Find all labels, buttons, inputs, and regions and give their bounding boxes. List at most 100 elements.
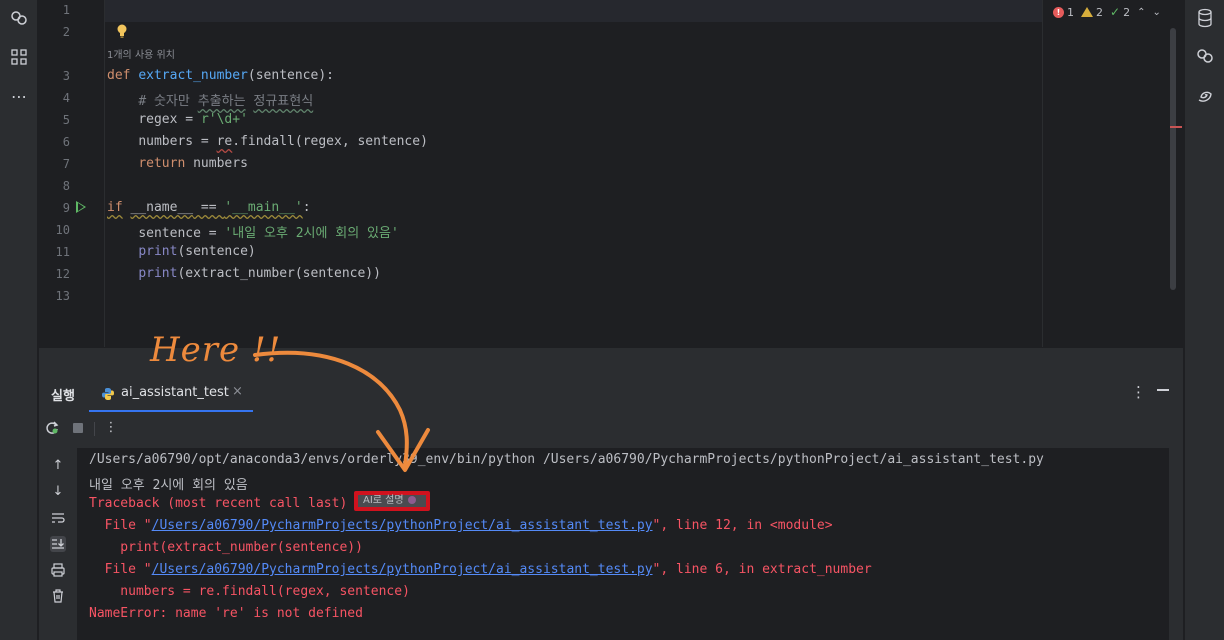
keyword: if <box>107 200 123 215</box>
stop-icon[interactable] <box>70 420 86 436</box>
code-line-7: return numbers <box>107 156 248 171</box>
unresolved-reference[interactable]: re <box>217 134 233 149</box>
rerun-icon[interactable] <box>44 420 60 436</box>
comment: # 숫자만 <box>138 94 198 109</box>
code-line-9: if __name__ == '__main__': <box>107 200 311 215</box>
chevron-down-icon[interactable]: ⌄ <box>1152 7 1160 18</box>
traceback-text: File " <box>89 562 152 577</box>
line-number: 4 <box>62 91 70 105</box>
check-icon: ✓ <box>1110 5 1121 19</box>
code-text: (sentence) <box>177 244 256 259</box>
traceback-text: ", line 12, in <module> <box>652 518 833 533</box>
line-number: 12 <box>55 267 70 281</box>
line-number: 5 <box>62 113 70 127</box>
line-number: 2 <box>62 25 70 39</box>
error-count[interactable]: ! 1 <box>1053 6 1074 19</box>
console-side-tools: ↑ ↓ <box>39 452 77 640</box>
spiral-icon[interactable] <box>1194 86 1216 108</box>
code-text: regex = <box>138 112 201 127</box>
typo-count[interactable]: ✓ 2 <box>1110 5 1130 19</box>
trash-icon[interactable] <box>50 588 66 604</box>
line-number: 7 <box>62 157 70 171</box>
scroll-to-end-icon[interactable] <box>50 536 66 552</box>
traceback-text: ", line 6, in extract_number <box>652 562 872 577</box>
console-output[interactable]: /Users/a06790/opt/anaconda3/envs/orderly… <box>77 448 1169 640</box>
run-panel: 실행 ai_assistant_test × ⋮ ⋮ ↑ ↓ /Users/a0… <box>39 347 1183 640</box>
code-text: (sentence): <box>247 68 334 83</box>
code-text: sentence = <box>138 226 225 241</box>
string-literal: '__main__' <box>224 200 303 215</box>
current-line-highlight <box>104 0 1042 22</box>
soft-wrap-icon[interactable] <box>50 510 66 526</box>
ai-spinner-icon <box>407 496 416 504</box>
lightbulb-icon[interactable] <box>116 24 128 38</box>
warning-count[interactable]: 2 <box>1081 6 1103 19</box>
string-literal: r'\d+' <box>200 112 248 127</box>
code-editor[interactable]: 1 2 3 4 5 6 7 8 9 10 11 12 13 1개의 사용 위치 … <box>39 0 1183 347</box>
inspection-widget[interactable]: ! 1 2 ✓ 2 ⌃ ⌄ <box>1053 3 1161 21</box>
line-number: 1 <box>62 3 70 17</box>
line-number: 6 <box>62 135 70 149</box>
code-text: : <box>302 200 311 215</box>
traceback-code-line: print(extract_number(sentence)) <box>89 540 363 555</box>
more-tools-icon[interactable]: ⋯ <box>8 86 30 108</box>
code-line-4: # 숫자만 추출하는 정규표현식 <box>107 90 313 109</box>
usage-hint[interactable]: 1개의 사용 위치 <box>107 46 175 61</box>
file-link[interactable]: /Users/a06790/PycharmProjects/pythonProj… <box>152 518 653 533</box>
arrow-down-icon[interactable]: ↓ <box>50 484 66 500</box>
code-line-3: def extract_number(sentence): <box>107 68 334 83</box>
toolbar-divider <box>94 422 95 436</box>
line-number: 8 <box>62 179 70 193</box>
typo-count-value: 2 <box>1123 5 1131 19</box>
file-link[interactable]: /Users/a06790/PycharmProjects/pythonProj… <box>152 562 653 577</box>
arrow-up-icon[interactable]: ↑ <box>50 458 66 474</box>
error-icon: ! <box>1053 6 1064 18</box>
line-number: 10 <box>55 223 70 237</box>
run-toolbar: ⋮ <box>39 416 159 442</box>
gutter-separator <box>104 0 105 347</box>
annotation-label: Here !! <box>150 330 282 370</box>
minimize-icon[interactable] <box>1157 389 1169 391</box>
more-options-icon[interactable]: ⋮ <box>1131 383 1146 401</box>
code-line-5: regex = r'\d+' <box>107 112 248 127</box>
editor-scrollbar[interactable] <box>1170 28 1176 290</box>
print-icon[interactable] <box>50 562 66 578</box>
right-margin-guide <box>1042 0 1043 347</box>
tab-ai-assistant-test[interactable]: ai_assistant_test × <box>89 376 253 412</box>
code-text: .findall(regex, sentence) <box>232 134 428 149</box>
warning-icon <box>1081 7 1093 17</box>
line-number: 9 <box>62 201 70 215</box>
run-tab-bar: 실행 ai_assistant_test × ⋮ <box>39 376 1183 412</box>
line-number: 13 <box>55 289 70 303</box>
ai-assistant-icon[interactable] <box>8 8 30 30</box>
ai-chat-icon[interactable] <box>1194 46 1216 68</box>
line-gutter: 1 2 3 4 5 6 7 8 9 10 11 12 13 <box>39 0 104 347</box>
string-literal: '내일 오후 2시에 회의 있음' <box>224 226 399 241</box>
database-icon[interactable] <box>1194 8 1216 30</box>
tab-label: ai_assistant_test <box>121 385 229 400</box>
builtin-function: print <box>138 244 178 259</box>
code-line-6: numbers = re.findall(regex, sentence) <box>107 134 428 149</box>
line-number: 3 <box>62 69 70 83</box>
traceback-file-line: File "/Users/a06790/PycharmProjects/pyth… <box>89 518 833 533</box>
code-line-10: sentence = '내일 오후 2시에 회의 있음' <box>107 222 399 241</box>
run-gutter-icon[interactable] <box>76 201 86 213</box>
error-message: NameError: name 're' is not defined <box>89 606 363 621</box>
chevron-up-icon[interactable]: ⌃ <box>1137 7 1145 18</box>
code-text: numbers = <box>138 134 217 149</box>
code-text: numbers <box>185 156 248 171</box>
error-count-value: 1 <box>1067 5 1074 19</box>
function-name: extract_number <box>138 68 248 83</box>
keyword: def <box>107 68 131 83</box>
code-text: __name__ <box>130 200 194 215</box>
toolbar-more-icon[interactable]: ⋮ <box>103 420 119 436</box>
traceback-text: File " <box>89 518 152 533</box>
close-icon[interactable]: × <box>232 384 243 399</box>
console-output-line: 내일 오후 2시에 회의 있음 <box>89 478 248 493</box>
ai-explain-button[interactable]: AI로 설명 <box>354 491 430 511</box>
ai-explain-label: AI로 설명 <box>363 495 404 506</box>
structure-icon[interactable] <box>8 48 30 70</box>
warning-count-value: 2 <box>1096 5 1103 19</box>
error-stripe-mark[interactable] <box>1170 126 1182 128</box>
traceback-code-line: numbers = re.findall(regex, sentence) <box>89 584 410 599</box>
